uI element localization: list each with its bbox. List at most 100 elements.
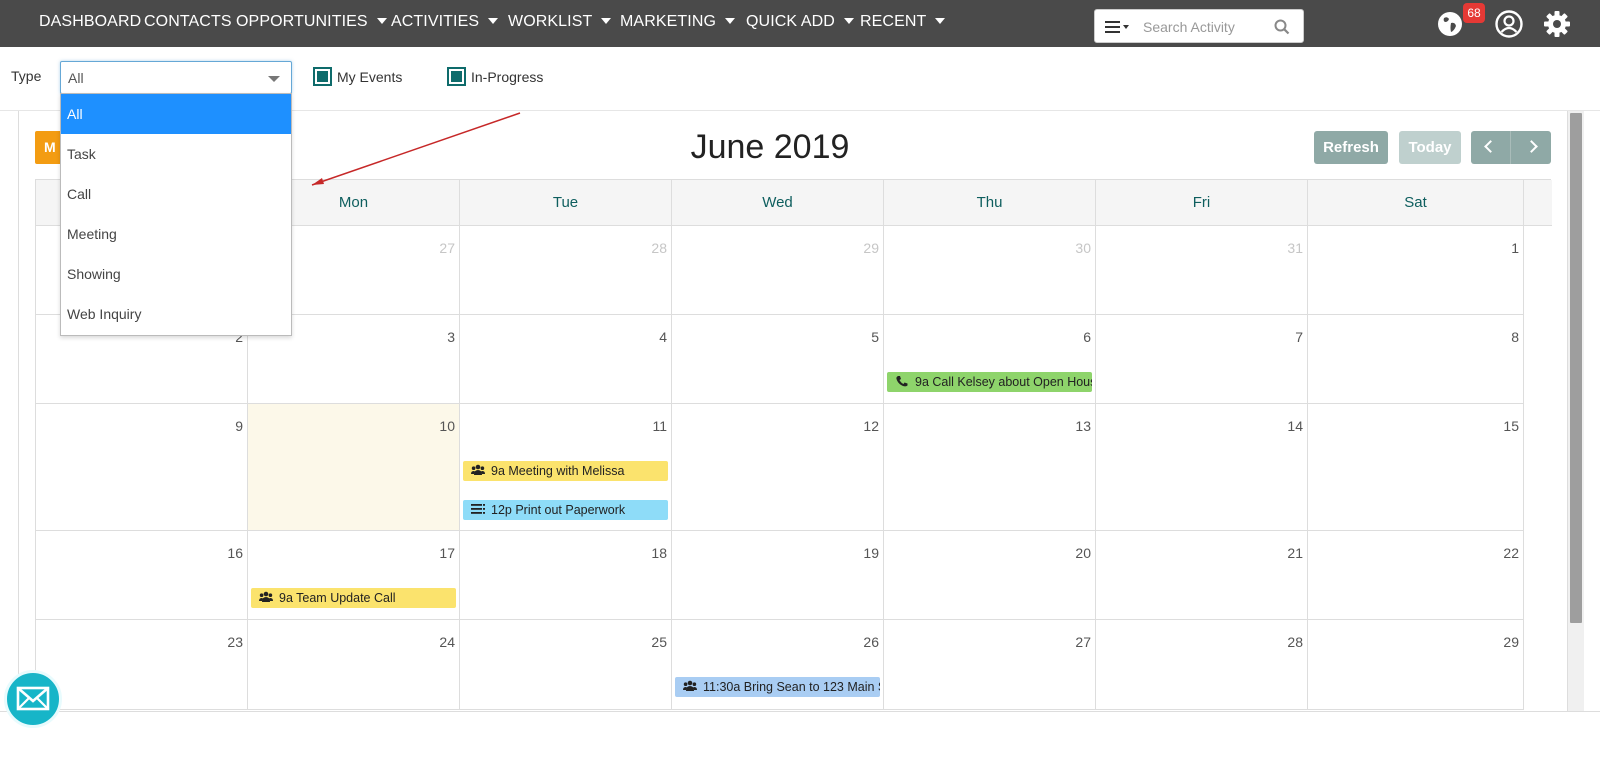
- type-filter-select[interactable]: All: [60, 61, 292, 94]
- calendar-day-cell[interactable]: 28: [460, 226, 672, 315]
- search-type-dropdown-icon[interactable]: [1103, 18, 1133, 36]
- day-number: 31: [1287, 240, 1303, 256]
- caret-down-icon: [935, 18, 946, 24]
- caret-down-icon: [488, 18, 499, 24]
- bottom-bar: [0, 711, 1600, 760]
- search-activity-input[interactable]: [1143, 14, 1273, 40]
- calendar-day-cell[interactable]: 23: [36, 620, 248, 710]
- calendar-day-cell[interactable]: 27: [884, 620, 1096, 710]
- calendar-event-meeting[interactable]: 11:30a Bring Sean to 123 Main St: [675, 677, 880, 697]
- type-filter-value: All: [68, 70, 84, 86]
- calendar-day-cell[interactable]: 12: [672, 404, 884, 531]
- day-number: 5: [871, 329, 879, 345]
- in-progress-label: In-Progress: [471, 69, 544, 85]
- nav-opportunities[interactable]: OPPORTUNITIES: [236, 0, 387, 44]
- calendar-day-cell[interactable]: 13: [884, 404, 1096, 531]
- chevron-right-icon: [1524, 140, 1538, 153]
- calendar-day-cell[interactable]: 29: [1308, 620, 1524, 710]
- type-filter-dropdown-menu: All Task Call Meeting Showing Web Inquiry: [60, 93, 292, 336]
- type-option-web-inquiry[interactable]: Web Inquiry: [61, 294, 291, 334]
- my-events-label: My Events: [337, 69, 403, 85]
- in-progress-checkbox-box[interactable]: [447, 67, 466, 86]
- day-number: 29: [863, 240, 879, 256]
- calendar-day-cell[interactable]: 10: [248, 404, 460, 531]
- nav-activities[interactable]: ACTIVITIES: [391, 0, 499, 44]
- globe-icon[interactable]: [1435, 9, 1465, 39]
- scrollbar-thumb[interactable]: [1570, 113, 1582, 623]
- nav-worklist[interactable]: WORKLIST: [508, 0, 612, 44]
- calendar-day-cell[interactable]: 8: [1308, 315, 1524, 404]
- next-month-button[interactable]: [1511, 131, 1551, 164]
- calendar-title: June 2019: [690, 128, 850, 166]
- calendar-day-cell[interactable]: 25: [460, 620, 672, 710]
- type-option-task[interactable]: Task: [61, 134, 291, 174]
- event-time: 11:30a: [703, 680, 741, 694]
- vertical-scrollbar[interactable]: [1568, 111, 1584, 711]
- day-number: 28: [651, 240, 667, 256]
- event-time: 9a: [915, 375, 929, 389]
- day-of-week-fri: Fri: [1096, 180, 1308, 226]
- day-of-week-sat: Sat: [1308, 180, 1524, 226]
- calendar-day-cell[interactable]: 5: [672, 315, 884, 404]
- type-option-showing[interactable]: Showing: [61, 254, 291, 294]
- calendar-event-task[interactable]: 12p Print out Paperwork: [463, 500, 668, 520]
- type-option-all[interactable]: All: [61, 94, 291, 134]
- day-number: 25: [651, 634, 667, 650]
- calendar-day-cell[interactable]: 16: [36, 531, 248, 620]
- calendar-day-cell[interactable]: 20: [884, 531, 1096, 620]
- nav-marketing[interactable]: MARKETING: [620, 0, 736, 44]
- event-title: Team Update Call: [296, 591, 396, 605]
- previous-month-button[interactable]: [1471, 131, 1511, 164]
- nav-dashboard[interactable]: DASHBOARD: [39, 0, 141, 44]
- day-number: 16: [227, 545, 243, 561]
- caret-down-icon: [725, 18, 736, 24]
- my-events-checkbox-box[interactable]: [313, 67, 332, 86]
- day-number: 4: [659, 329, 667, 345]
- calendar-day-cell[interactable]: 21: [1096, 531, 1308, 620]
- calendar-day-cell[interactable]: 22: [1308, 531, 1524, 620]
- day-number: 17: [439, 545, 455, 561]
- calendar-event-meeting[interactable]: 9a Meeting with Melissa: [463, 461, 668, 481]
- calendar-day-cell[interactable]: 28: [1096, 620, 1308, 710]
- calendar-day-cell[interactable]: 24: [248, 620, 460, 710]
- nav-item-label: OPPORTUNITIES: [236, 13, 368, 30]
- event-time: 9a: [279, 591, 293, 605]
- email-fab-button[interactable]: [4, 670, 62, 728]
- nav-item-label: CONTACTS: [144, 13, 232, 30]
- calendar-day-cell[interactable]: 9: [36, 404, 248, 531]
- envelope-icon: [16, 686, 50, 711]
- day-number: 24: [439, 634, 455, 650]
- calendar-day-cell[interactable]: 1: [1308, 226, 1524, 315]
- calendar-day-cell[interactable]: 18: [460, 531, 672, 620]
- type-option-meeting[interactable]: Meeting: [61, 214, 291, 254]
- calendar-day-cell[interactable]: 30: [884, 226, 1096, 315]
- day-number: 10: [439, 418, 455, 434]
- calendar-event-meeting[interactable]: 9a Team Update Call: [251, 588, 456, 608]
- calendar-day-cell[interactable]: 7: [1096, 315, 1308, 404]
- caret-down-icon: [843, 18, 854, 24]
- nav-contacts[interactable]: CONTACTS: [144, 0, 232, 44]
- nav-recent[interactable]: RECENT: [860, 0, 946, 44]
- calendar-event-call[interactable]: 9a Call Kelsey about Open House: [887, 372, 1092, 392]
- day-of-week-thu: Thu: [884, 180, 1096, 226]
- phone-icon: [895, 373, 909, 387]
- calendar-day-cell[interactable]: 29: [672, 226, 884, 315]
- search-icon[interactable]: [1273, 18, 1291, 36]
- calendar-day-cell[interactable]: 15: [1308, 404, 1524, 531]
- day-number: 27: [439, 240, 455, 256]
- user-account-icon[interactable]: [1494, 9, 1524, 39]
- nav-item-label: MARKETING: [620, 13, 717, 30]
- refresh-button[interactable]: Refresh: [1314, 131, 1388, 164]
- calendar-day-cell[interactable]: 31: [1096, 226, 1308, 315]
- calendar-day-cell[interactable]: 19: [672, 531, 884, 620]
- nav-item-label: QUICK ADD: [746, 13, 835, 30]
- event-title: Call Kelsey about Open House: [932, 375, 1092, 389]
- type-option-call[interactable]: Call: [61, 174, 291, 214]
- event-title: Meeting with Melissa: [508, 464, 625, 478]
- calendar-day-cell[interactable]: 4: [460, 315, 672, 404]
- day-of-week-wed: Wed: [672, 180, 884, 226]
- nav-quick-add[interactable]: QUICK ADD: [746, 0, 854, 44]
- gear-icon[interactable]: [1542, 9, 1572, 39]
- calendar-day-cell[interactable]: 14: [1096, 404, 1308, 531]
- today-button[interactable]: Today: [1399, 131, 1461, 164]
